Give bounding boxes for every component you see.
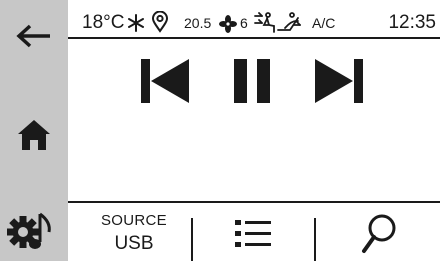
source-value: USB [114,233,154,254]
track-list-button[interactable] [198,206,308,261]
search-button[interactable] [320,206,438,261]
settings-music-icon [7,212,51,249]
search-icon [362,214,396,253]
location-pin-icon [151,11,169,33]
settings-button[interactable] [0,200,68,261]
temperature-setpoint: 20.5 [184,15,212,31]
skip-previous-icon [141,59,189,103]
back-arrow-icon [16,24,50,48]
pause-icon [234,59,270,103]
fan-speed: 6 [240,15,248,31]
fan-icon [219,15,237,33]
back-button[interactable] [0,8,68,64]
media-player-screen: 18°C 20.5 6 A/C 12:35 SOURCE USB [0,0,440,261]
bottom-divider [68,201,440,203]
sidebar [0,0,68,261]
ac-status: A/C [312,15,336,31]
previous-track-button[interactable] [130,52,200,110]
outside-temperature: 18°C [82,12,125,33]
clock: 12:35 [388,12,436,33]
pause-button[interactable] [222,52,282,110]
skip-next-icon [315,59,363,103]
bottom-separator [191,218,193,261]
home-button[interactable] [0,100,68,170]
bottom-separator [314,218,316,261]
home-icon [18,120,50,150]
status-divider [68,37,440,39]
air-distribution-icon [254,12,301,33]
next-track-button[interactable] [304,52,374,110]
snowflake-icon [128,14,144,32]
source-label: SOURCE [101,212,167,229]
status-bar: 18°C 20.5 6 A/C 12:35 [72,8,438,36]
source-button[interactable]: SOURCE USB [82,206,186,261]
list-icon [235,219,271,247]
